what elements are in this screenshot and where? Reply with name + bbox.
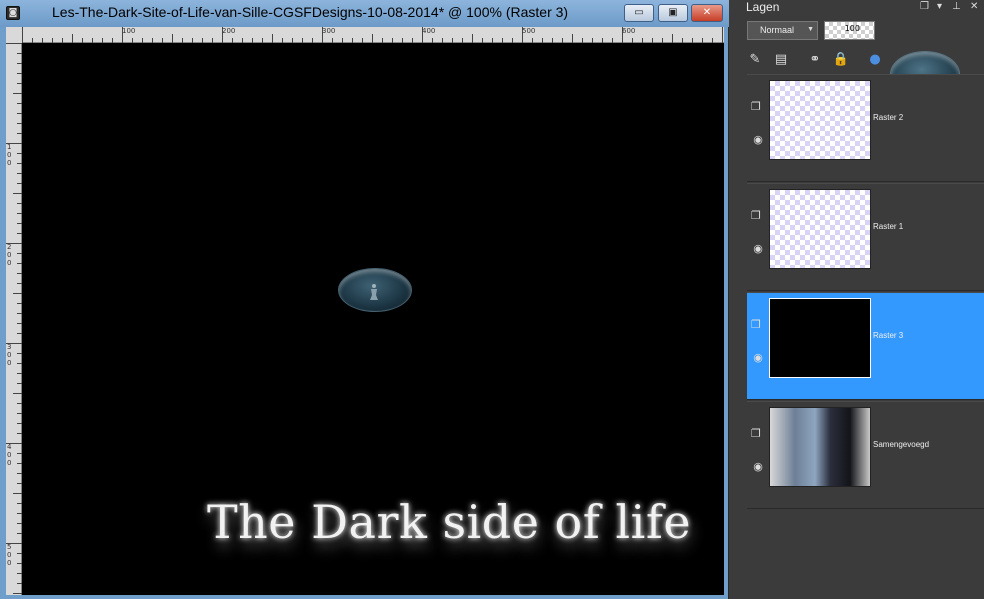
- layer-row-raster-2[interactable]: ❐ ◉ Raster 2: [747, 74, 984, 182]
- eye-icon[interactable]: ◉: [750, 460, 766, 474]
- layer-name: Raster 1: [873, 222, 904, 231]
- ruler-label: 400: [422, 27, 436, 35]
- close-button[interactable]: ✕: [691, 4, 723, 22]
- image-canvas[interactable]: The Dark side of life: [22, 43, 724, 595]
- figure-graphic: [370, 284, 378, 300]
- ruler-label: 2 0 0: [7, 243, 12, 267]
- mask-icon[interactable]: ▤: [772, 51, 790, 69]
- layer-type-icon: ❐: [751, 427, 761, 440]
- layer-row-samengevoegd[interactable]: ❐ ◉ Samengevoegd: [747, 401, 984, 509]
- ruler-label: 200: [222, 27, 236, 35]
- canvas-title-text: The Dark side of life: [207, 495, 692, 549]
- blend-mode-select[interactable]: Normaal ▼: [747, 21, 818, 40]
- brush-icon[interactable]: ✎: [746, 51, 764, 69]
- ruler-label: 500: [522, 27, 536, 35]
- layer-thumbnail: [769, 407, 871, 487]
- chevron-down-icon: ▼: [807, 26, 814, 33]
- water-drop-graphic: [338, 268, 412, 312]
- layer-thumbnail: [769, 189, 871, 269]
- eye-icon[interactable]: ◉: [750, 133, 766, 147]
- layer-thumbnail: [769, 80, 871, 160]
- ruler-label: 300: [322, 27, 336, 35]
- menu-arrow-icon[interactable]: ▾: [937, 1, 942, 12]
- vertical-ruler: 1 0 0 2 0 0 3 0 0 4 0 0 5 0 0: [6, 43, 22, 595]
- layer-type-icon: ❐: [751, 100, 761, 113]
- title-bar[interactable]: ◙ Les-The-Dark-Site-of-Life-van-Sille-CG…: [0, 0, 729, 27]
- opacity-input[interactable]: 100: [824, 21, 875, 40]
- lock-icon[interactable]: 🔒: [832, 51, 850, 69]
- blend-mode-value: Normaal: [760, 25, 795, 35]
- panel-title: Lagen: [746, 0, 780, 14]
- layer-name: Samengevoegd: [873, 440, 930, 449]
- ruler-label: 5 0 0: [7, 543, 12, 567]
- maximize-button[interactable]: ▣: [658, 4, 688, 22]
- minimize-button[interactable]: ▭: [624, 4, 654, 22]
- document-window: ◙ Les-The-Dark-Site-of-Life-van-Sille-CG…: [0, 0, 729, 599]
- layer-thumbnail: [769, 298, 871, 378]
- app-icon[interactable]: ◙: [6, 6, 20, 20]
- document-title: Les-The-Dark-Site-of-Life-van-Sille-CGSF…: [52, 4, 569, 20]
- pin-icon[interactable]: ⊥: [952, 1, 961, 12]
- close-icon[interactable]: ✕: [970, 1, 978, 12]
- layer-style-icon[interactable]: ●: [866, 51, 884, 69]
- ruler-ticks: [6, 43, 22, 594]
- ruler-label: 600: [622, 27, 636, 35]
- layer-type-icon: ❐: [751, 209, 761, 222]
- layer-row-raster-1[interactable]: ❐ ◉ Raster 1: [747, 183, 984, 291]
- horizontal-ruler: 100 200 300 400 500 600: [22, 27, 724, 43]
- layer-name: Raster 2: [873, 113, 904, 122]
- layer-name: Raster 3: [873, 331, 904, 340]
- ruler-label: 1 0 0: [7, 143, 12, 167]
- link-icon[interactable]: ⚭: [806, 51, 824, 69]
- ruler-label: 3 0 0: [7, 343, 12, 367]
- layers-panel: Lagen ❐ ▾ ⊥ ✕ Normaal ▼ 100 ✎ ▤ ⚭ 🔒 ● ❐ …: [730, 0, 984, 599]
- restore-icon[interactable]: ❐: [920, 1, 929, 12]
- ruler-corner: [6, 27, 22, 43]
- ruler-label: 100: [122, 27, 136, 35]
- eye-icon[interactable]: ◉: [750, 351, 766, 365]
- layer-type-icon: ❐: [751, 318, 761, 331]
- layer-row-raster-3[interactable]: ❐ ◉ Raster 3: [747, 292, 984, 400]
- ruler-label: 4 0 0: [7, 443, 12, 467]
- eye-icon[interactable]: ◉: [750, 242, 766, 256]
